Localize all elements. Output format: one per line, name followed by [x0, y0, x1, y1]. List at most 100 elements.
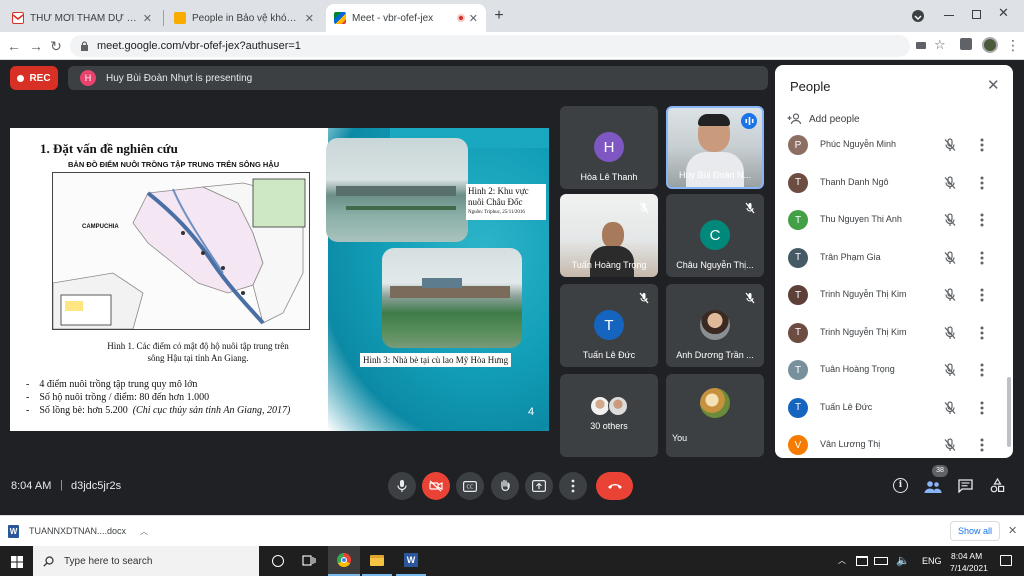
- person-name: Phúc Nguyễn Minh: [820, 139, 897, 149]
- more-vertical-icon[interactable]: [975, 325, 989, 341]
- volume-icon[interactable]: 🔈: [896, 554, 910, 567]
- participant-tile[interactable]: C Châu Nguyễn Thị...: [666, 194, 764, 277]
- new-tab-button[interactable]: +: [490, 7, 508, 25]
- participant-tile[interactable]: Anh Dương Trần ...: [666, 284, 764, 367]
- tab-search-icon[interactable]: [912, 10, 924, 22]
- tab-gmail[interactable]: THƯ MỜI THAM DỰ BUỔI BẢO V ✕: [4, 4, 160, 32]
- meeting-details-icon[interactable]: i: [893, 478, 908, 493]
- mic-off-icon[interactable]: [943, 400, 957, 415]
- url-text: meet.google.com/vbr-ofef-jex?authuser=1: [97, 40, 301, 52]
- bookmark-star-icon[interactable]: ☆: [934, 37, 946, 53]
- meet-icon: [334, 12, 346, 24]
- leave-call-button[interactable]: [596, 472, 633, 500]
- people-list-item[interactable]: T Tuấn Lê Đức: [775, 390, 1013, 427]
- people-list-item[interactable]: T Thu Nguyen Thi Anh: [775, 202, 1013, 239]
- more-vertical-icon[interactable]: [975, 250, 989, 266]
- close-downloads-icon[interactable]: ✕: [1008, 524, 1017, 537]
- participant-tile[interactable]: Tuấn Hoàng Trọng: [560, 194, 658, 277]
- participant-tile-speaking[interactable]: Huy Bùi Đoàn N...: [666, 106, 764, 189]
- people-list-item[interactable]: T Thanh Danh Ngô: [775, 165, 1013, 202]
- windows-start-icon[interactable]: [11, 555, 23, 568]
- people-list-item[interactable]: T Trinh Nguyễn Thị Kim: [775, 277, 1013, 314]
- more-vertical-icon[interactable]: [975, 287, 989, 303]
- participant-tile[interactable]: H Hòa Lê Thanh: [560, 106, 658, 189]
- more-options-button[interactable]: [559, 472, 587, 500]
- back-arrow-icon[interactable]: ←: [4, 36, 24, 56]
- reload-icon[interactable]: ↻: [46, 36, 66, 56]
- activities-button[interactable]: [990, 477, 1005, 498]
- mic-off-icon[interactable]: [943, 138, 957, 152]
- taskbar-search-box[interactable]: Type here to search: [33, 546, 259, 576]
- extensions-puzzle-icon[interactable]: [960, 38, 972, 50]
- tab-classroom[interactable]: People in Bảo vệ khóa luận tốt n ✕: [166, 4, 322, 32]
- mic-off-icon[interactable]: [943, 288, 957, 302]
- people-button[interactable]: [924, 476, 944, 494]
- mic-off-icon[interactable]: [943, 213, 957, 227]
- close-icon[interactable]: ✕: [143, 12, 152, 25]
- close-panel-icon[interactable]: ✕: [987, 76, 1000, 94]
- camera-in-use-icon[interactable]: [916, 42, 926, 49]
- taskbar-chrome[interactable]: [328, 546, 360, 576]
- bullet-item: - 4 điểm nuôi trồng tập trung quy mô lớn: [26, 379, 198, 390]
- show-hidden-icons[interactable]: ︿: [838, 555, 846, 566]
- taskbar-clock-time[interactable]: 8:04 AM: [951, 551, 982, 561]
- browser-menu-icon[interactable]: ⋮: [1006, 36, 1020, 54]
- more-vertical-icon[interactable]: [975, 137, 989, 153]
- more-vertical-icon[interactable]: [975, 362, 989, 378]
- tab-meet[interactable]: Meet - vbr-ofef-jex ✕: [326, 4, 486, 32]
- show-all-button[interactable]: Show all: [950, 521, 1000, 541]
- more-vertical-icon[interactable]: [975, 437, 989, 453]
- self-tile[interactable]: You: [666, 374, 764, 457]
- people-list-item[interactable]: T Trân Phạm Gia: [775, 240, 1013, 277]
- cortana-icon[interactable]: [272, 555, 284, 567]
- camera-off-button[interactable]: [422, 472, 450, 500]
- people-list-item[interactable]: V Vân Lương Thị: [775, 427, 1013, 458]
- maximize-icon[interactable]: [972, 10, 981, 19]
- minimize-icon[interactable]: [944, 15, 954, 16]
- people-scrollbar[interactable]: [1007, 377, 1011, 447]
- address-bar[interactable]: meet.google.com/vbr-ofef-jex?authuser=1: [70, 35, 910, 57]
- taskbar-word[interactable]: W: [396, 546, 426, 576]
- more-vertical-icon[interactable]: [975, 175, 989, 191]
- people-list-item[interactable]: T Trinh Nguyễn Thị Kim: [775, 315, 1013, 352]
- tab-title: Meet - vbr-ofef-jex: [352, 12, 434, 24]
- people-list-item[interactable]: T Tuân Hoàng Trọng: [775, 352, 1013, 389]
- task-view-icon[interactable]: [302, 554, 316, 567]
- more-vertical-icon[interactable]: [975, 212, 989, 228]
- notifications-icon[interactable]: [1000, 555, 1012, 566]
- taskbar-clock-date[interactable]: 7/14/2021: [950, 563, 988, 573]
- mic-off-icon[interactable]: [943, 438, 957, 452]
- battery-icon[interactable]: [874, 557, 888, 565]
- microphone-button[interactable]: [388, 472, 416, 500]
- profile-avatar[interactable]: [982, 37, 998, 53]
- person-avatar: T: [788, 210, 808, 230]
- people-panel: People ✕ Add people P Phúc Nguyễn Minh T Th…: [775, 65, 1013, 458]
- chevron-up-icon[interactable]: ︿: [140, 526, 148, 537]
- present-now-button[interactable]: [525, 472, 553, 500]
- taskbar-file-explorer[interactable]: [362, 546, 392, 576]
- bullet-item: - Số hộ nuôi trồng / điểm: 80 đến hơn 1.…: [26, 392, 210, 403]
- figure-3-caption: Hình 3: Nhà bè tại cù lao Mỹ Hòa Hưng: [360, 353, 512, 367]
- participant-tile[interactable]: T Tuấn Lê Đức: [560, 284, 658, 367]
- more-vertical-icon[interactable]: [975, 400, 989, 416]
- mic-off-icon[interactable]: [943, 325, 957, 340]
- mic-off-icon[interactable]: [943, 363, 957, 377]
- raise-hand-button[interactable]: [491, 472, 519, 500]
- others-tile[interactable]: 30 others: [560, 374, 658, 457]
- captions-icon: CC: [463, 480, 477, 492]
- people-list-item[interactable]: P Phúc Nguyễn Minh: [775, 127, 1013, 164]
- forward-arrow-icon[interactable]: →: [26, 36, 46, 56]
- chat-button[interactable]: [958, 479, 973, 498]
- mic-off-icon[interactable]: [943, 250, 957, 265]
- mic-off-icon[interactable]: [943, 175, 957, 190]
- close-icon[interactable]: ✕: [305, 12, 314, 25]
- download-item[interactable]: W TUANNXDTNAN....docx ︿: [8, 521, 148, 541]
- window-close-icon[interactable]: ✕: [998, 5, 1009, 21]
- map-image: [52, 172, 310, 330]
- add-people-label: Add people: [809, 113, 860, 125]
- input-language[interactable]: ENG: [922, 556, 942, 566]
- captions-button[interactable]: CC: [456, 472, 484, 500]
- network-icon[interactable]: [856, 556, 868, 566]
- add-people-button[interactable]: Add people: [787, 111, 860, 127]
- close-icon[interactable]: ✕: [469, 12, 478, 25]
